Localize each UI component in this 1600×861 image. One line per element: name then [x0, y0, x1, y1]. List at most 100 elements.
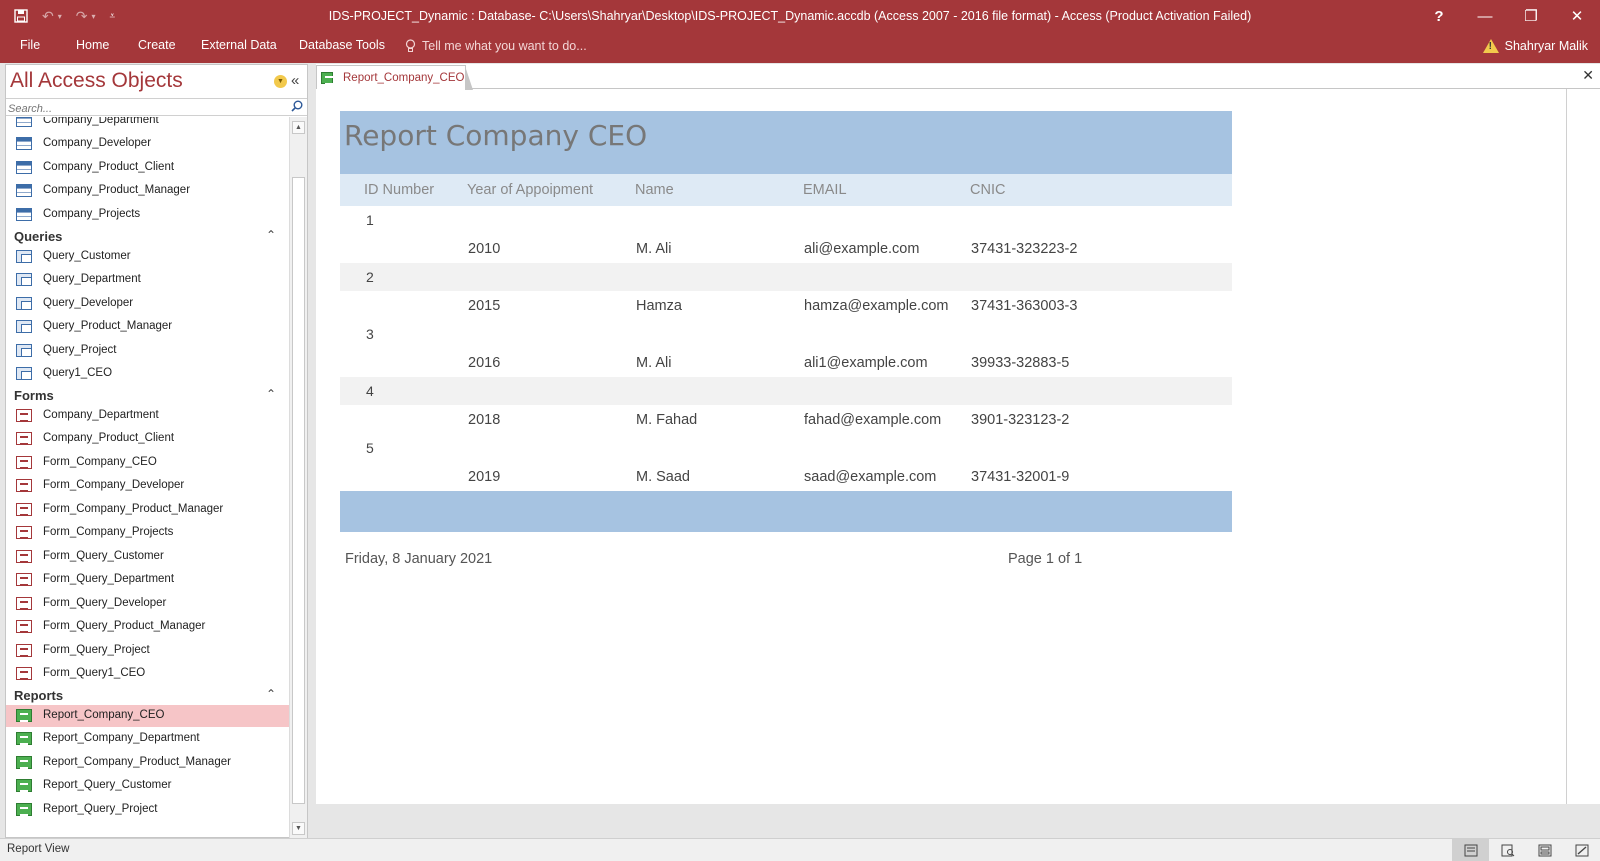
- search-input[interactable]: [6, 101, 276, 117]
- document-area: Report_Company_CEO ✕ Report Company CEO …: [316, 64, 1600, 838]
- nav-pane-title[interactable]: All Access Objects: [10, 69, 183, 93]
- nav-form-item[interactable]: Form_Query_Department: [6, 569, 289, 591]
- query-icon: [16, 273, 32, 286]
- search-icon[interactable]: [291, 100, 303, 115]
- redo-dropdown-icon[interactable]: ▾: [91, 12, 95, 21]
- nav-table-item[interactable]: Company_Developer: [6, 133, 289, 155]
- undo-icon[interactable]: ↶: [42, 8, 54, 25]
- nav-form-item[interactable]: Company_Product_Client: [6, 428, 289, 450]
- nav-query-item[interactable]: Query1_CEO: [6, 363, 289, 385]
- form-icon: [16, 620, 32, 633]
- table-icon: [16, 184, 32, 197]
- nav-query-item[interactable]: Query_Product_Manager: [6, 316, 289, 338]
- record-id: 2: [366, 269, 374, 285]
- column-header-name: Name: [635, 182, 674, 198]
- warning-icon: !: [1482, 39, 1499, 53]
- tab-file[interactable]: File: [20, 32, 40, 63]
- nav-query-item[interactable]: Query_Developer: [6, 293, 289, 315]
- nav-table-item[interactable]: Company_Projects: [6, 204, 289, 226]
- table-icon: [16, 161, 32, 174]
- collapse-section-icon[interactable]: ⌃: [266, 228, 276, 242]
- tab-database-tools[interactable]: Database Tools: [299, 32, 385, 63]
- section-reports[interactable]: Reports ⌃: [6, 686, 289, 706]
- record-email: ali1@example.com: [804, 355, 928, 371]
- nav-form-item[interactable]: Company_Department: [6, 405, 289, 427]
- query-icon: [16, 297, 32, 310]
- section-queries[interactable]: Queries ⌃: [6, 227, 289, 247]
- document-tab[interactable]: Report_Company_CEO: [316, 65, 473, 90]
- record-name: M. Ali: [636, 241, 672, 257]
- print-preview-icon[interactable]: [1489, 839, 1526, 861]
- nav-scrollbar[interactable]: ▲ ▼: [289, 117, 307, 839]
- nav-table-item[interactable]: Company_Product_Client: [6, 157, 289, 179]
- status-bar: Report View: [0, 838, 1600, 861]
- nav-report-item[interactable]: Report_Query_Customer: [6, 775, 289, 797]
- query-icon: [16, 367, 32, 380]
- account-area[interactable]: ! Shahryar Malik: [1482, 32, 1588, 60]
- query-icon: [16, 320, 32, 333]
- title-bar: ↶ ▾ ↷ ▾ ⩡ IDS-PROJECT_Dynamic : Database…: [0, 0, 1600, 32]
- record-id: 4: [366, 383, 374, 399]
- form-icon: [16, 644, 32, 657]
- nav-form-item[interactable]: Form_Company_Product_Manager: [6, 499, 289, 521]
- collapse-section-icon[interactable]: ⌃: [266, 387, 276, 401]
- report-icon: [321, 71, 333, 85]
- report-record: 3 2016 M. Ali ali1@example.com 39933-328…: [340, 320, 1232, 377]
- undo-dropdown-icon[interactable]: ▾: [58, 12, 62, 21]
- customize-toolbar-icon[interactable]: ⩡: [110, 11, 116, 22]
- record-cnic: 39933-32883-5: [971, 355, 1070, 371]
- nav-table-item[interactable]: Company_Department: [6, 117, 289, 132]
- record-year: 2018: [468, 412, 501, 428]
- save-icon[interactable]: [14, 9, 28, 23]
- tab-external-data[interactable]: External Data: [201, 32, 277, 63]
- nav-form-item[interactable]: Form_Company_Projects: [6, 522, 289, 544]
- nav-menu-dropdown-icon[interactable]: ▼: [274, 75, 287, 88]
- nav-report-item[interactable]: Report_Company_Department: [6, 728, 289, 750]
- query-icon: [16, 344, 32, 357]
- report-record: 1 2010 M. Ali ali@example.com 37431-3232…: [340, 206, 1232, 263]
- nav-form-item[interactable]: Form_Query_Product_Manager: [6, 616, 289, 638]
- nav-form-item[interactable]: Form_Query_Project: [6, 640, 289, 662]
- design-view-icon[interactable]: [1563, 839, 1600, 861]
- layout-view-icon[interactable]: [1526, 839, 1563, 861]
- nav-report-item[interactable]: Report_Query_Project: [6, 799, 289, 821]
- scroll-down-icon[interactable]: ▼: [292, 822, 305, 835]
- scroll-up-icon[interactable]: ▲: [292, 121, 305, 134]
- report-icon: [16, 756, 32, 769]
- collapse-section-icon[interactable]: ⌃: [266, 687, 276, 701]
- nav-query-item[interactable]: Query_Department: [6, 269, 289, 291]
- nav-form-item[interactable]: Form_Query_Developer: [6, 593, 289, 615]
- form-icon: [16, 667, 32, 680]
- tell-me-search[interactable]: Tell me what you want to do...: [405, 32, 587, 60]
- ribbon-tabs: File Home Create External Data Database …: [0, 32, 1600, 63]
- nav-form-item[interactable]: Form_Company_Developer: [6, 475, 289, 497]
- report-icon: [16, 709, 32, 722]
- restore-button[interactable]: ❐: [1508, 0, 1554, 32]
- nav-query-item[interactable]: Query_Project: [6, 340, 289, 362]
- close-document-button[interactable]: ✕: [1582, 67, 1594, 84]
- nav-table-item[interactable]: Company_Product_Manager: [6, 180, 289, 202]
- nav-report-item[interactable]: Report_Company_Product_Manager: [6, 752, 289, 774]
- record-cnic: 37431-363003-3: [971, 298, 1078, 314]
- nav-form-item[interactable]: Form_Query1_CEO: [6, 663, 289, 685]
- table-icon: [16, 137, 32, 150]
- redo-icon[interactable]: ↷: [76, 8, 88, 25]
- section-forms[interactable]: Forms ⌃: [6, 386, 289, 406]
- tab-home[interactable]: Home: [76, 32, 109, 63]
- nav-form-item[interactable]: Form_Company_CEO: [6, 452, 289, 474]
- help-button[interactable]: ?: [1416, 0, 1462, 32]
- document-tab-bar: Report_Company_CEO ✕: [316, 64, 1600, 90]
- nav-report-item-selected[interactable]: Report_Company_CEO: [6, 705, 289, 727]
- close-button[interactable]: ✕: [1554, 0, 1600, 32]
- tab-create[interactable]: Create: [138, 32, 176, 63]
- nav-form-item[interactable]: Form_Query_Customer: [6, 546, 289, 568]
- minimize-button[interactable]: —: [1462, 0, 1508, 32]
- record-name: Hamza: [636, 298, 682, 314]
- form-icon: [16, 573, 32, 586]
- form-icon: [16, 597, 32, 610]
- nav-query-item[interactable]: Query_Customer: [6, 246, 289, 268]
- collapse-pane-icon[interactable]: «: [291, 72, 299, 89]
- nav-search-box: [6, 98, 307, 117]
- scrollbar-thumb[interactable]: [292, 177, 305, 804]
- report-view-icon[interactable]: [1452, 839, 1489, 861]
